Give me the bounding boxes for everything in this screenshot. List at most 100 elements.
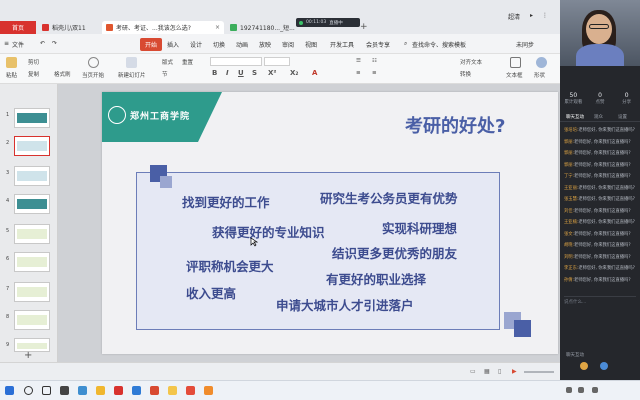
share-icon[interactable] [600, 362, 608, 370]
benefit-phrase[interactable]: 研究生考公务员更有优势 [320, 188, 458, 207]
wps-icon[interactable] [114, 386, 123, 395]
quality-button[interactable]: 超清 [508, 12, 520, 21]
volume-icon[interactable] [578, 387, 584, 393]
numbering-icon[interactable]: ☷ [372, 58, 377, 64]
reset-button[interactable]: 重置 [182, 58, 193, 66]
menu-review[interactable]: 审阅 [282, 40, 294, 49]
view-reading-icon[interactable]: ▯ [498, 368, 501, 375]
slideshow-play-icon[interactable]: ▶ [512, 368, 517, 375]
new-slide-button[interactable]: 新建幻灯片 [118, 71, 146, 79]
from-current-button[interactable]: 当页开始 [82, 71, 104, 79]
textbox-button[interactable]: 文本框 [506, 71, 523, 79]
superscript-icon[interactable]: X² [268, 69, 276, 77]
section-button[interactable]: 节 [162, 70, 168, 78]
subscript-icon[interactable]: X₂ [290, 69, 298, 77]
benefit-phrase[interactable]: 实现科研理想 [382, 218, 457, 237]
shape-icon[interactable] [536, 57, 547, 68]
more-icon[interactable]: ⋮ [542, 12, 548, 19]
windows-start-icon[interactable] [5, 386, 14, 395]
folder-icon[interactable] [96, 386, 105, 395]
italic-icon[interactable]: I [226, 69, 229, 77]
bold-icon[interactable]: B [212, 69, 217, 77]
tab-audience[interactable]: 观众 [594, 114, 603, 120]
redo-icon[interactable]: ↷ [52, 40, 57, 47]
view-normal-icon[interactable]: ▭ [470, 368, 476, 375]
format-painter-button[interactable]: 格式刷 [54, 70, 71, 78]
new-slide-icon[interactable] [126, 57, 137, 68]
paste-button[interactable]: 粘贴 [6, 71, 17, 79]
taskbar-app-icon[interactable] [60, 386, 69, 395]
menu-file[interactable]: 文件 [12, 40, 24, 49]
undo-icon[interactable]: ↶ [40, 40, 45, 47]
slide-thumbnail[interactable] [14, 252, 50, 272]
add-slide-button[interactable]: + [24, 350, 32, 361]
menu-insert[interactable]: 插入 [167, 40, 179, 49]
menu-show[interactable]: 放映 [259, 40, 271, 49]
align-center-icon[interactable]: ≡ [372, 70, 377, 76]
tab-settings[interactable]: 设置 [618, 114, 627, 120]
benefit-phrase[interactable]: 评职称机会更大 [186, 256, 274, 275]
task-view-icon[interactable] [42, 386, 51, 395]
tab-home[interactable]: 首页 [0, 21, 36, 34]
sync-status[interactable]: 未同步 [516, 40, 534, 49]
copy-button[interactable]: 复制 [28, 70, 39, 78]
taskbar-app-icon[interactable] [132, 386, 141, 395]
edge-icon[interactable] [78, 386, 87, 395]
menu-switch[interactable]: 切换 [213, 40, 225, 49]
strikethrough-icon[interactable]: S [252, 69, 257, 77]
font-size-field[interactable] [264, 57, 290, 66]
menu-hamburger-icon[interactable]: ≡ [4, 40, 9, 47]
align-text-button[interactable]: 对齐文本 [460, 58, 482, 66]
font-name-field[interactable] [210, 57, 262, 66]
benefit-phrase[interactable]: 有更好的职业选择 [326, 269, 426, 288]
tab-daoke[interactable]: 稻壳儿\双11 [38, 21, 100, 34]
chrome-icon[interactable] [186, 386, 195, 395]
underline-icon[interactable]: U [238, 69, 244, 77]
new-tab-button[interactable]: + [360, 22, 368, 32]
textbox-icon[interactable] [510, 57, 521, 68]
font-color-icon[interactable]: A [312, 69, 317, 77]
play-icon[interactable] [88, 57, 99, 68]
taskbar-app-icon[interactable] [204, 386, 213, 395]
ppt-icon[interactable] [150, 386, 159, 395]
expand-icon[interactable]: ▸ [530, 12, 533, 19]
benefit-phrase[interactable]: 找到更好的工作 [182, 192, 270, 211]
slide-thumbnail[interactable] [14, 224, 50, 244]
tab-presentation[interactable]: 考研、考证、...我该怎么选? × [102, 21, 224, 34]
align-left-icon[interactable]: ≡ [356, 70, 361, 76]
slide-thumbnail[interactable] [14, 282, 50, 302]
slide-thumbnail[interactable] [14, 310, 50, 330]
search-icon[interactable] [24, 386, 33, 395]
slide-thumbnail-panel[interactable]: 1 2 3 4 5 6 7 8 9 [0, 84, 58, 362]
gift-icon[interactable] [580, 362, 588, 370]
menu-member[interactable]: 会员专享 [366, 40, 390, 49]
close-icon[interactable]: × [215, 24, 220, 31]
slide-title[interactable]: 考研的好处? [405, 112, 505, 138]
menu-view[interactable]: 视图 [305, 40, 317, 49]
chat-input[interactable]: 说点什么... [564, 296, 636, 305]
convert-button[interactable]: 转换 [460, 70, 471, 78]
shape-button[interactable]: 形状 [534, 71, 545, 79]
network-icon[interactable] [566, 387, 572, 393]
slide-thumbnail[interactable] [14, 194, 50, 214]
slide-thumbnail-selected[interactable] [14, 136, 50, 156]
bullets-icon[interactable]: ☰ [356, 58, 361, 64]
view-grid-icon[interactable]: ▦ [484, 368, 490, 375]
taskbar-app-icon[interactable] [168, 386, 177, 395]
paste-icon[interactable] [6, 57, 17, 68]
benefit-phrase[interactable]: 收入更高 [186, 283, 236, 302]
benefit-phrase[interactable]: 结识更多更优秀的朋友 [332, 243, 457, 262]
cut-button[interactable]: 剪切 [28, 58, 39, 66]
menu-animation[interactable]: 动画 [236, 40, 248, 49]
slide-thumbnail[interactable] [14, 108, 50, 128]
menu-start[interactable]: 开始 [140, 38, 163, 51]
slide-thumbnail[interactable] [14, 166, 50, 186]
menu-dev-tools[interactable]: 开发工具 [330, 40, 354, 49]
command-search[interactable]: 查找命令、搜索模板 [412, 40, 466, 49]
zoom-slider[interactable] [524, 371, 554, 373]
benefit-phrase[interactable]: 申请大城市人才引进落户 [276, 295, 414, 314]
battery-icon[interactable] [592, 387, 598, 393]
current-slide[interactable]: 郑州工商学院 考研的好处? 找到更好的工作 研究生考公务员更有优势 获得更好的专… [102, 92, 558, 354]
menu-design[interactable]: 设计 [190, 40, 202, 49]
layout-button[interactable]: 版式 [162, 58, 173, 66]
